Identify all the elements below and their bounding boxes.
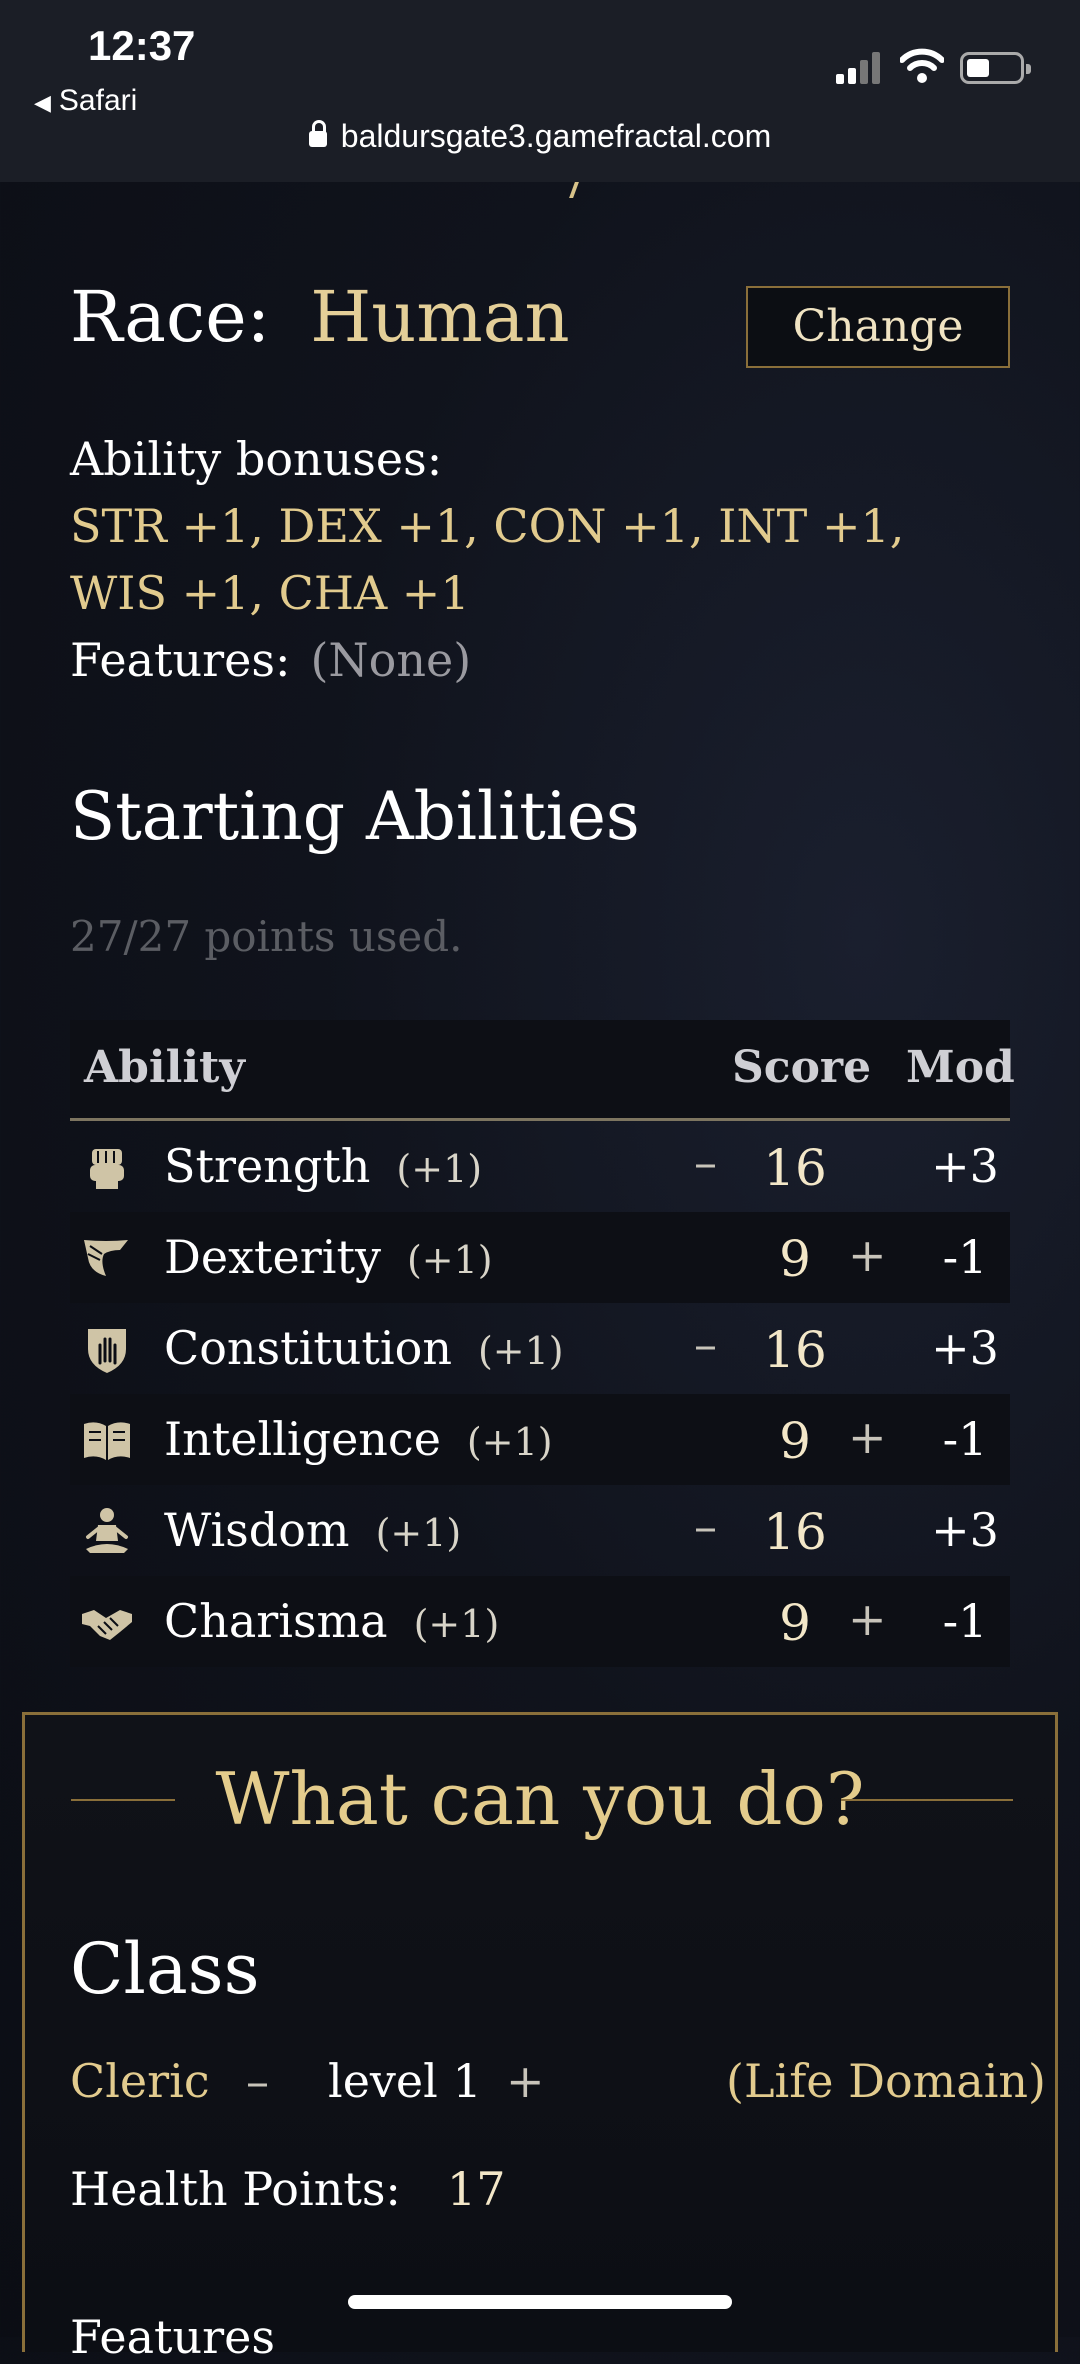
lock-icon [308, 120, 327, 147]
ability-mod: -1 [942, 1594, 988, 1648]
ability-bonus: (+1) [477, 1329, 564, 1373]
ability-name: Wisdom [164, 1503, 350, 1557]
class-title: Class [70, 1928, 260, 2010]
back-app-label: Safari [58, 84, 138, 117]
back-to-app-link[interactable]: ◀ Safari [34, 84, 137, 118]
shield-hand-icon [88, 1329, 126, 1373]
battery-icon [960, 52, 1031, 84]
points-used: 27/27 points used. [70, 912, 463, 961]
health-label: Health Points: [70, 2162, 401, 2216]
ability-name: Intelligence [164, 1412, 441, 1466]
book-icon [84, 1422, 130, 1460]
what-can-you-do-panel: What can you do? [22, 1712, 1058, 2352]
clipped-heading-glyph [555, 182, 579, 198]
wing-icon [84, 1240, 128, 1276]
increase-button[interactable]: + [848, 1410, 887, 1464]
home-indicator[interactable] [348, 2295, 732, 2309]
ability-row-wisdom: Wisdom (+1) – 16 +3 [70, 1485, 1010, 1576]
ability-row-intelligence: Intelligence (+1) 9 + -1 [70, 1394, 1010, 1485]
ability-name: Strength [164, 1139, 371, 1193]
header-score: Score [732, 1042, 872, 1093]
ability-bonuses-label: Ability bonuses: [70, 432, 443, 486]
features-row: Features: (None) [70, 627, 904, 694]
wifi-icon [900, 48, 944, 83]
bonus-line-1: STR +1, DEX +1, CON +1, INT +1, [70, 499, 905, 553]
header-mod: Mod [906, 1042, 1015, 1093]
starting-abilities-title: Starting Abilities [70, 778, 640, 855]
class-level: level 1 [328, 2054, 482, 2108]
ability-bonus: (+1) [466, 1420, 553, 1464]
handshake-icon [82, 1610, 132, 1640]
status-bar: 12:37 ◀ Safari baldursgate3.gamefractal.c… [0, 0, 1080, 182]
address-bar[interactable]: baldursgate3.gamefractal.com [0, 118, 1080, 155]
ability-mod: -1 [942, 1412, 988, 1466]
subclass[interactable]: (Life Domain) [726, 2054, 1046, 2108]
clock: 12:37 [88, 22, 196, 69]
health-points-row: Health Points: 17 [70, 2162, 505, 2216]
ability-bonuses: Ability bonuses: STR +1, DEX +1, CON +1,… [70, 426, 904, 694]
ability-name: Dexterity [164, 1230, 381, 1284]
back-arrow-icon: ◀ [34, 90, 51, 115]
cellular-signal-icon [836, 50, 884, 84]
ability-score: 16 [763, 1139, 827, 1197]
ability-row-charisma: Charisma (+1) 9 + -1 [70, 1576, 1010, 1667]
ability-row-constitution: Constitution (+1) – 16 +3 [70, 1303, 1010, 1394]
features-value: (None) [310, 633, 472, 687]
table-header: Ability Score Mod [70, 1020, 1015, 1121]
increase-button[interactable]: + [848, 1592, 887, 1646]
ability-bonus: (+1) [375, 1511, 462, 1555]
features-label: Features: [70, 633, 291, 687]
ability-row-strength: Strength (+1) – 16 +3 [70, 1121, 1010, 1212]
ability-bonus: (+1) [396, 1147, 483, 1191]
ability-name: Constitution [164, 1321, 452, 1375]
fist-icon [90, 1149, 124, 1189]
ability-table: Ability Score Mod Strength (+1) – 16 +3 D… [70, 1020, 1015, 1667]
increase-button[interactable]: + [848, 1228, 887, 1282]
heading-divider-right [841, 1799, 1013, 1801]
ability-mod: +3 [931, 1321, 999, 1375]
url-text: baldursgate3.gamefractal.com [340, 118, 772, 154]
ability-score: 9 [779, 1412, 811, 1470]
ability-score: 16 [763, 1503, 827, 1561]
ability-score: 16 [763, 1321, 827, 1379]
health-value: 17 [446, 2162, 506, 2216]
ability-mod: +3 [931, 1503, 999, 1557]
ability-bonus: (+1) [406, 1238, 493, 1282]
race-value: Human [310, 276, 570, 358]
class-features-label: Features [70, 2310, 275, 2364]
class-name[interactable]: Cleric [70, 2054, 210, 2108]
ability-bonus: (+1) [413, 1602, 500, 1646]
race-label: Race: [70, 276, 271, 358]
decrease-button[interactable]: – [694, 1135, 717, 1189]
decrease-button[interactable]: – [694, 1499, 717, 1553]
change-race-button[interactable]: Change [746, 286, 1010, 368]
ability-name: Charisma [164, 1594, 388, 1648]
level-increase-button[interactable]: + [506, 2054, 545, 2108]
meditation-icon [86, 1508, 128, 1553]
ability-score: 9 [779, 1230, 811, 1288]
header-ability: Ability [84, 1042, 245, 1093]
ability-mod: +3 [931, 1139, 999, 1193]
level-decrease-button[interactable]: – [246, 2054, 269, 2108]
ability-score: 9 [779, 1594, 811, 1652]
ability-mod: -1 [942, 1230, 988, 1284]
bonus-line-2: WIS +1, CHA +1 [70, 566, 470, 620]
decrease-button[interactable]: – [694, 1317, 717, 1371]
ability-row-dexterity: Dexterity (+1) 9 + -1 [70, 1212, 1010, 1303]
race-row: Race: Human [70, 276, 570, 358]
